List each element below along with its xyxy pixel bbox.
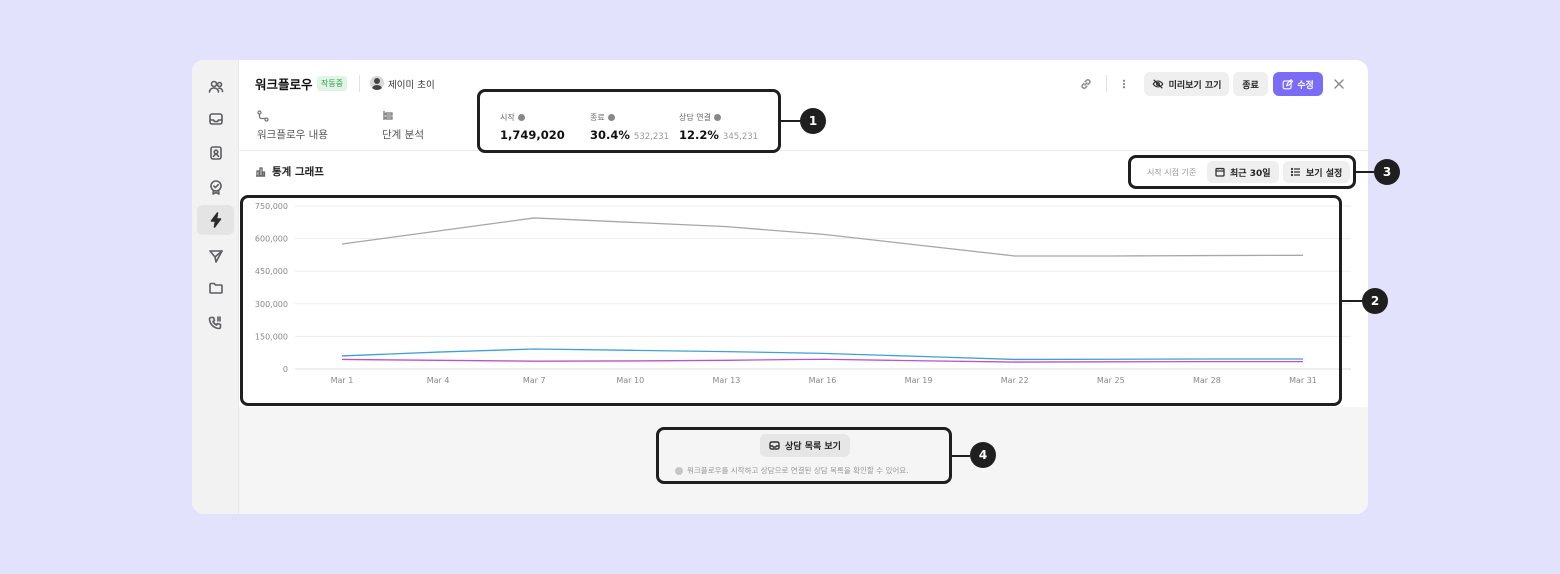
edit-label: 수정 xyxy=(1297,80,1314,91)
rail-inbox[interactable] xyxy=(197,104,234,134)
lightning-icon xyxy=(210,212,221,228)
divider xyxy=(1106,75,1107,92)
stats-title: 통계 그래프 xyxy=(255,164,324,179)
eye-off-icon xyxy=(1152,79,1163,89)
callout-line xyxy=(952,455,970,457)
callout-line xyxy=(781,120,801,122)
steps-icon xyxy=(383,111,393,120)
side-rail xyxy=(192,60,239,514)
divider xyxy=(239,150,1368,151)
owner-name: 제이미 초이 xyxy=(388,80,435,91)
tab-label: 단계 분석 xyxy=(382,129,424,141)
tab-label: 워크플로우 내용 xyxy=(257,129,328,141)
close-icon xyxy=(1334,79,1344,89)
callout-box-2 xyxy=(240,195,1342,406)
callout-number: 4 xyxy=(970,442,996,468)
avatar xyxy=(370,76,384,90)
link-button[interactable] xyxy=(1078,76,1094,92)
folder-icon xyxy=(208,282,223,294)
rail-workflow[interactable] xyxy=(197,205,234,235)
rail-call[interactable] xyxy=(197,308,234,338)
link-icon xyxy=(1081,79,1091,89)
rail-contacts[interactable] xyxy=(197,138,234,168)
more-button[interactable] xyxy=(1119,76,1129,92)
callout-number: 1 xyxy=(800,108,826,134)
bar-chart-icon xyxy=(256,167,266,177)
preview-off-label: 미리보기 끄기 xyxy=(1168,80,1222,91)
end-label: 종료 xyxy=(1242,80,1259,91)
callout-box-3 xyxy=(1128,155,1356,189)
inbox-icon xyxy=(208,113,223,125)
badge-check-icon xyxy=(209,180,222,195)
people-icon xyxy=(208,80,223,93)
page-title: 워크플로우 xyxy=(255,77,313,92)
stats-title-label: 통계 그래프 xyxy=(272,166,324,178)
tab-step-analysis[interactable]: 단계 분석 xyxy=(382,110,424,142)
rail-verified[interactable] xyxy=(197,172,234,202)
phone-icon xyxy=(208,316,221,330)
send-icon xyxy=(208,250,223,263)
callout-box-4 xyxy=(656,427,952,484)
rail-folder[interactable] xyxy=(197,273,234,303)
edit-icon xyxy=(1282,78,1294,89)
end-button[interactable]: 종료 xyxy=(1233,72,1268,96)
close-button[interactable] xyxy=(1331,76,1347,92)
more-vertical-icon xyxy=(1122,79,1126,89)
callout-number: 3 xyxy=(1374,159,1400,185)
preview-off-button[interactable]: 미리보기 끄기 xyxy=(1144,72,1229,96)
callout-line xyxy=(1356,171,1374,173)
rail-send[interactable] xyxy=(197,241,234,271)
workflow-icon xyxy=(257,110,269,122)
contacts-icon xyxy=(209,146,222,160)
callout-number: 2 xyxy=(1362,288,1388,314)
edit-button[interactable]: 수정 xyxy=(1273,72,1323,96)
callout-box-1 xyxy=(477,89,781,153)
status-badge: 작동중 xyxy=(317,76,348,91)
callout-line xyxy=(1342,300,1363,302)
tab-workflow-content[interactable]: 워크플로우 내용 xyxy=(257,110,328,142)
rail-people[interactable] xyxy=(197,72,234,102)
divider xyxy=(359,75,360,92)
